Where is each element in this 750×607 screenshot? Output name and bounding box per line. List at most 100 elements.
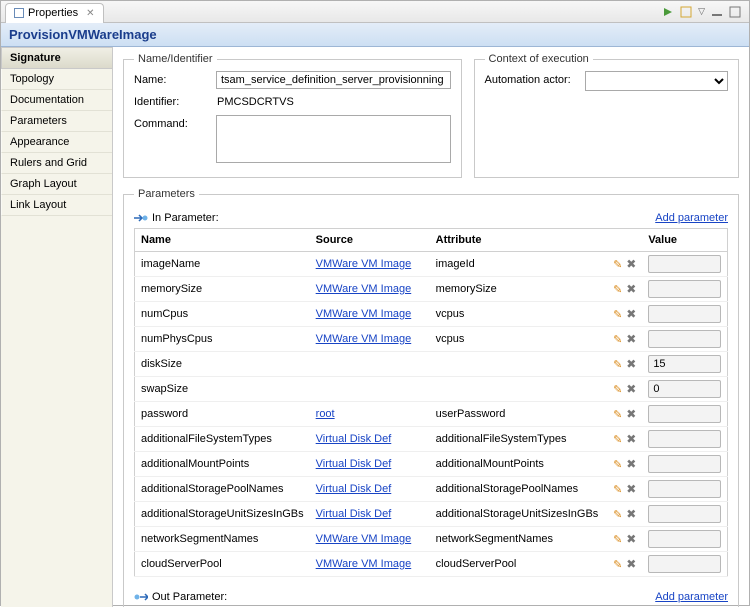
param-actions: ✎✖	[604, 352, 642, 377]
maximize-icon[interactable]	[729, 6, 741, 18]
edit-icon[interactable]: ✎	[610, 433, 622, 445]
command-input[interactable]	[216, 115, 451, 163]
param-source[interactable]: VMWare VM Image	[310, 302, 430, 327]
pin-icon[interactable]	[662, 6, 674, 18]
param-source[interactable]: VMWare VM Image	[310, 252, 430, 277]
delete-icon[interactable]: ✖	[624, 532, 636, 544]
delete-icon[interactable]: ✖	[624, 382, 636, 394]
edit-icon[interactable]: ✎	[610, 483, 622, 495]
page-title: ProvisionVMWareImage	[9, 27, 741, 42]
param-source[interactable]: Virtual Disk Def	[310, 477, 430, 502]
command-label: Command:	[134, 115, 216, 130]
param-value-input[interactable]	[648, 555, 721, 573]
param-value-cell	[642, 502, 727, 527]
edit-icon[interactable]: ✎	[610, 558, 622, 570]
sidebar-item-appearance[interactable]: Appearance	[1, 132, 112, 153]
param-value-input[interactable]	[648, 530, 721, 548]
param-value-input[interactable]	[648, 255, 721, 273]
table-row: cloudServerPoolVMWare VM ImagecloudServe…	[135, 552, 728, 577]
param-source	[310, 377, 430, 402]
sidebar-item-rulers-and-grid[interactable]: Rulers and Grid	[1, 153, 112, 174]
param-value-input[interactable]	[648, 505, 721, 523]
param-value-input[interactable]	[648, 455, 721, 473]
edit-icon[interactable]: ✎	[610, 458, 622, 470]
delete-icon[interactable]: ✖	[624, 357, 636, 369]
edit-icon[interactable]: ✎	[610, 333, 622, 345]
delete-icon[interactable]: ✖	[624, 557, 636, 569]
edit-icon[interactable]: ✎	[610, 508, 622, 520]
param-actions: ✎✖	[604, 252, 642, 277]
param-attribute: cloudServerPool	[430, 552, 605, 577]
actor-select[interactable]	[585, 71, 728, 91]
param-actions: ✎✖	[604, 402, 642, 427]
param-value-input[interactable]	[648, 380, 721, 398]
add-out-parameter-link[interactable]: Add parameter	[655, 591, 728, 603]
table-row: additionalFileSystemTypesVirtual Disk De…	[135, 427, 728, 452]
param-name: diskSize	[135, 352, 310, 377]
add-in-parameter-link[interactable]: Add parameter	[655, 212, 728, 224]
param-value-input[interactable]	[648, 330, 721, 348]
delete-icon[interactable]: ✖	[624, 407, 636, 419]
table-row: additionalStoragePoolNamesVirtual Disk D…	[135, 477, 728, 502]
col-name: Name	[135, 229, 310, 252]
edit-icon[interactable]: ✎	[610, 283, 622, 295]
param-source[interactable]: VMWare VM Image	[310, 277, 430, 302]
out-param-label: Out Parameter:	[152, 591, 227, 603]
delete-icon[interactable]: ✖	[624, 282, 636, 294]
param-value-input[interactable]	[648, 430, 721, 448]
param-source[interactable]: Virtual Disk Def	[310, 452, 430, 477]
edit-icon[interactable]: ✎	[610, 408, 622, 420]
param-source[interactable]: Virtual Disk Def	[310, 427, 430, 452]
edit-icon[interactable]: ✎	[610, 358, 622, 370]
view-toolbar: ▽	[662, 6, 745, 18]
sidebar-item-documentation[interactable]: Documentation	[1, 90, 112, 111]
param-source[interactable]: VMWare VM Image	[310, 527, 430, 552]
param-value-cell	[642, 377, 727, 402]
edit-icon[interactable]: ✎	[610, 308, 622, 320]
sidebar-item-signature[interactable]: Signature	[1, 47, 112, 69]
delete-icon[interactable]: ✖	[624, 332, 636, 344]
in-param-header: In Parameter: Add parameter	[134, 212, 728, 224]
in-param-label: In Parameter:	[152, 212, 219, 224]
sidebar-item-topology[interactable]: Topology	[1, 69, 112, 90]
delete-icon[interactable]: ✖	[624, 432, 636, 444]
param-attribute: vcpus	[430, 302, 605, 327]
param-source[interactable]: VMWare VM Image	[310, 327, 430, 352]
param-value-input[interactable]	[648, 305, 721, 323]
param-source[interactable]: VMWare VM Image	[310, 552, 430, 577]
param-value-input[interactable]	[648, 405, 721, 423]
param-value-input[interactable]	[648, 480, 721, 498]
delete-icon[interactable]: ✖	[624, 307, 636, 319]
menu-icon[interactable]: ▽	[698, 6, 705, 17]
in-params-table: Name Source Attribute Value imageNameVMW…	[134, 228, 728, 577]
name-input[interactable]	[216, 71, 451, 89]
param-value-input[interactable]	[648, 355, 721, 373]
param-name: additionalMountPoints	[135, 452, 310, 477]
delete-icon[interactable]: ✖	[624, 507, 636, 519]
param-source[interactable]: Virtual Disk Def	[310, 502, 430, 527]
param-value-cell	[642, 352, 727, 377]
minimize-icon[interactable]	[711, 6, 723, 18]
table-row: numPhysCpusVMWare VM Imagevcpus✎✖	[135, 327, 728, 352]
param-attribute	[430, 377, 605, 402]
out-arrow-icon	[134, 592, 148, 602]
close-icon[interactable]: ✕	[86, 8, 94, 19]
sidebar-item-graph-layout[interactable]: Graph Layout	[1, 174, 112, 195]
delete-icon[interactable]: ✖	[624, 482, 636, 494]
param-actions: ✎✖	[604, 527, 642, 552]
refresh-icon[interactable]	[680, 6, 692, 18]
tab-properties[interactable]: Properties ✕	[5, 3, 104, 23]
edit-icon[interactable]: ✎	[610, 533, 622, 545]
sidebar-item-parameters[interactable]: Parameters	[1, 111, 112, 132]
delete-icon[interactable]: ✖	[624, 457, 636, 469]
param-value-input[interactable]	[648, 280, 721, 298]
delete-icon[interactable]: ✖	[624, 257, 636, 269]
actor-label: Automation actor:	[485, 71, 585, 86]
param-source[interactable]: root	[310, 402, 430, 427]
param-value-cell	[642, 427, 727, 452]
edit-icon[interactable]: ✎	[610, 258, 622, 270]
name-label: Name:	[134, 71, 216, 86]
sidebar-item-link-layout[interactable]: Link Layout	[1, 195, 112, 216]
edit-icon[interactable]: ✎	[610, 383, 622, 395]
sidebar: SignatureTopologyDocumentationParameters…	[1, 47, 113, 607]
